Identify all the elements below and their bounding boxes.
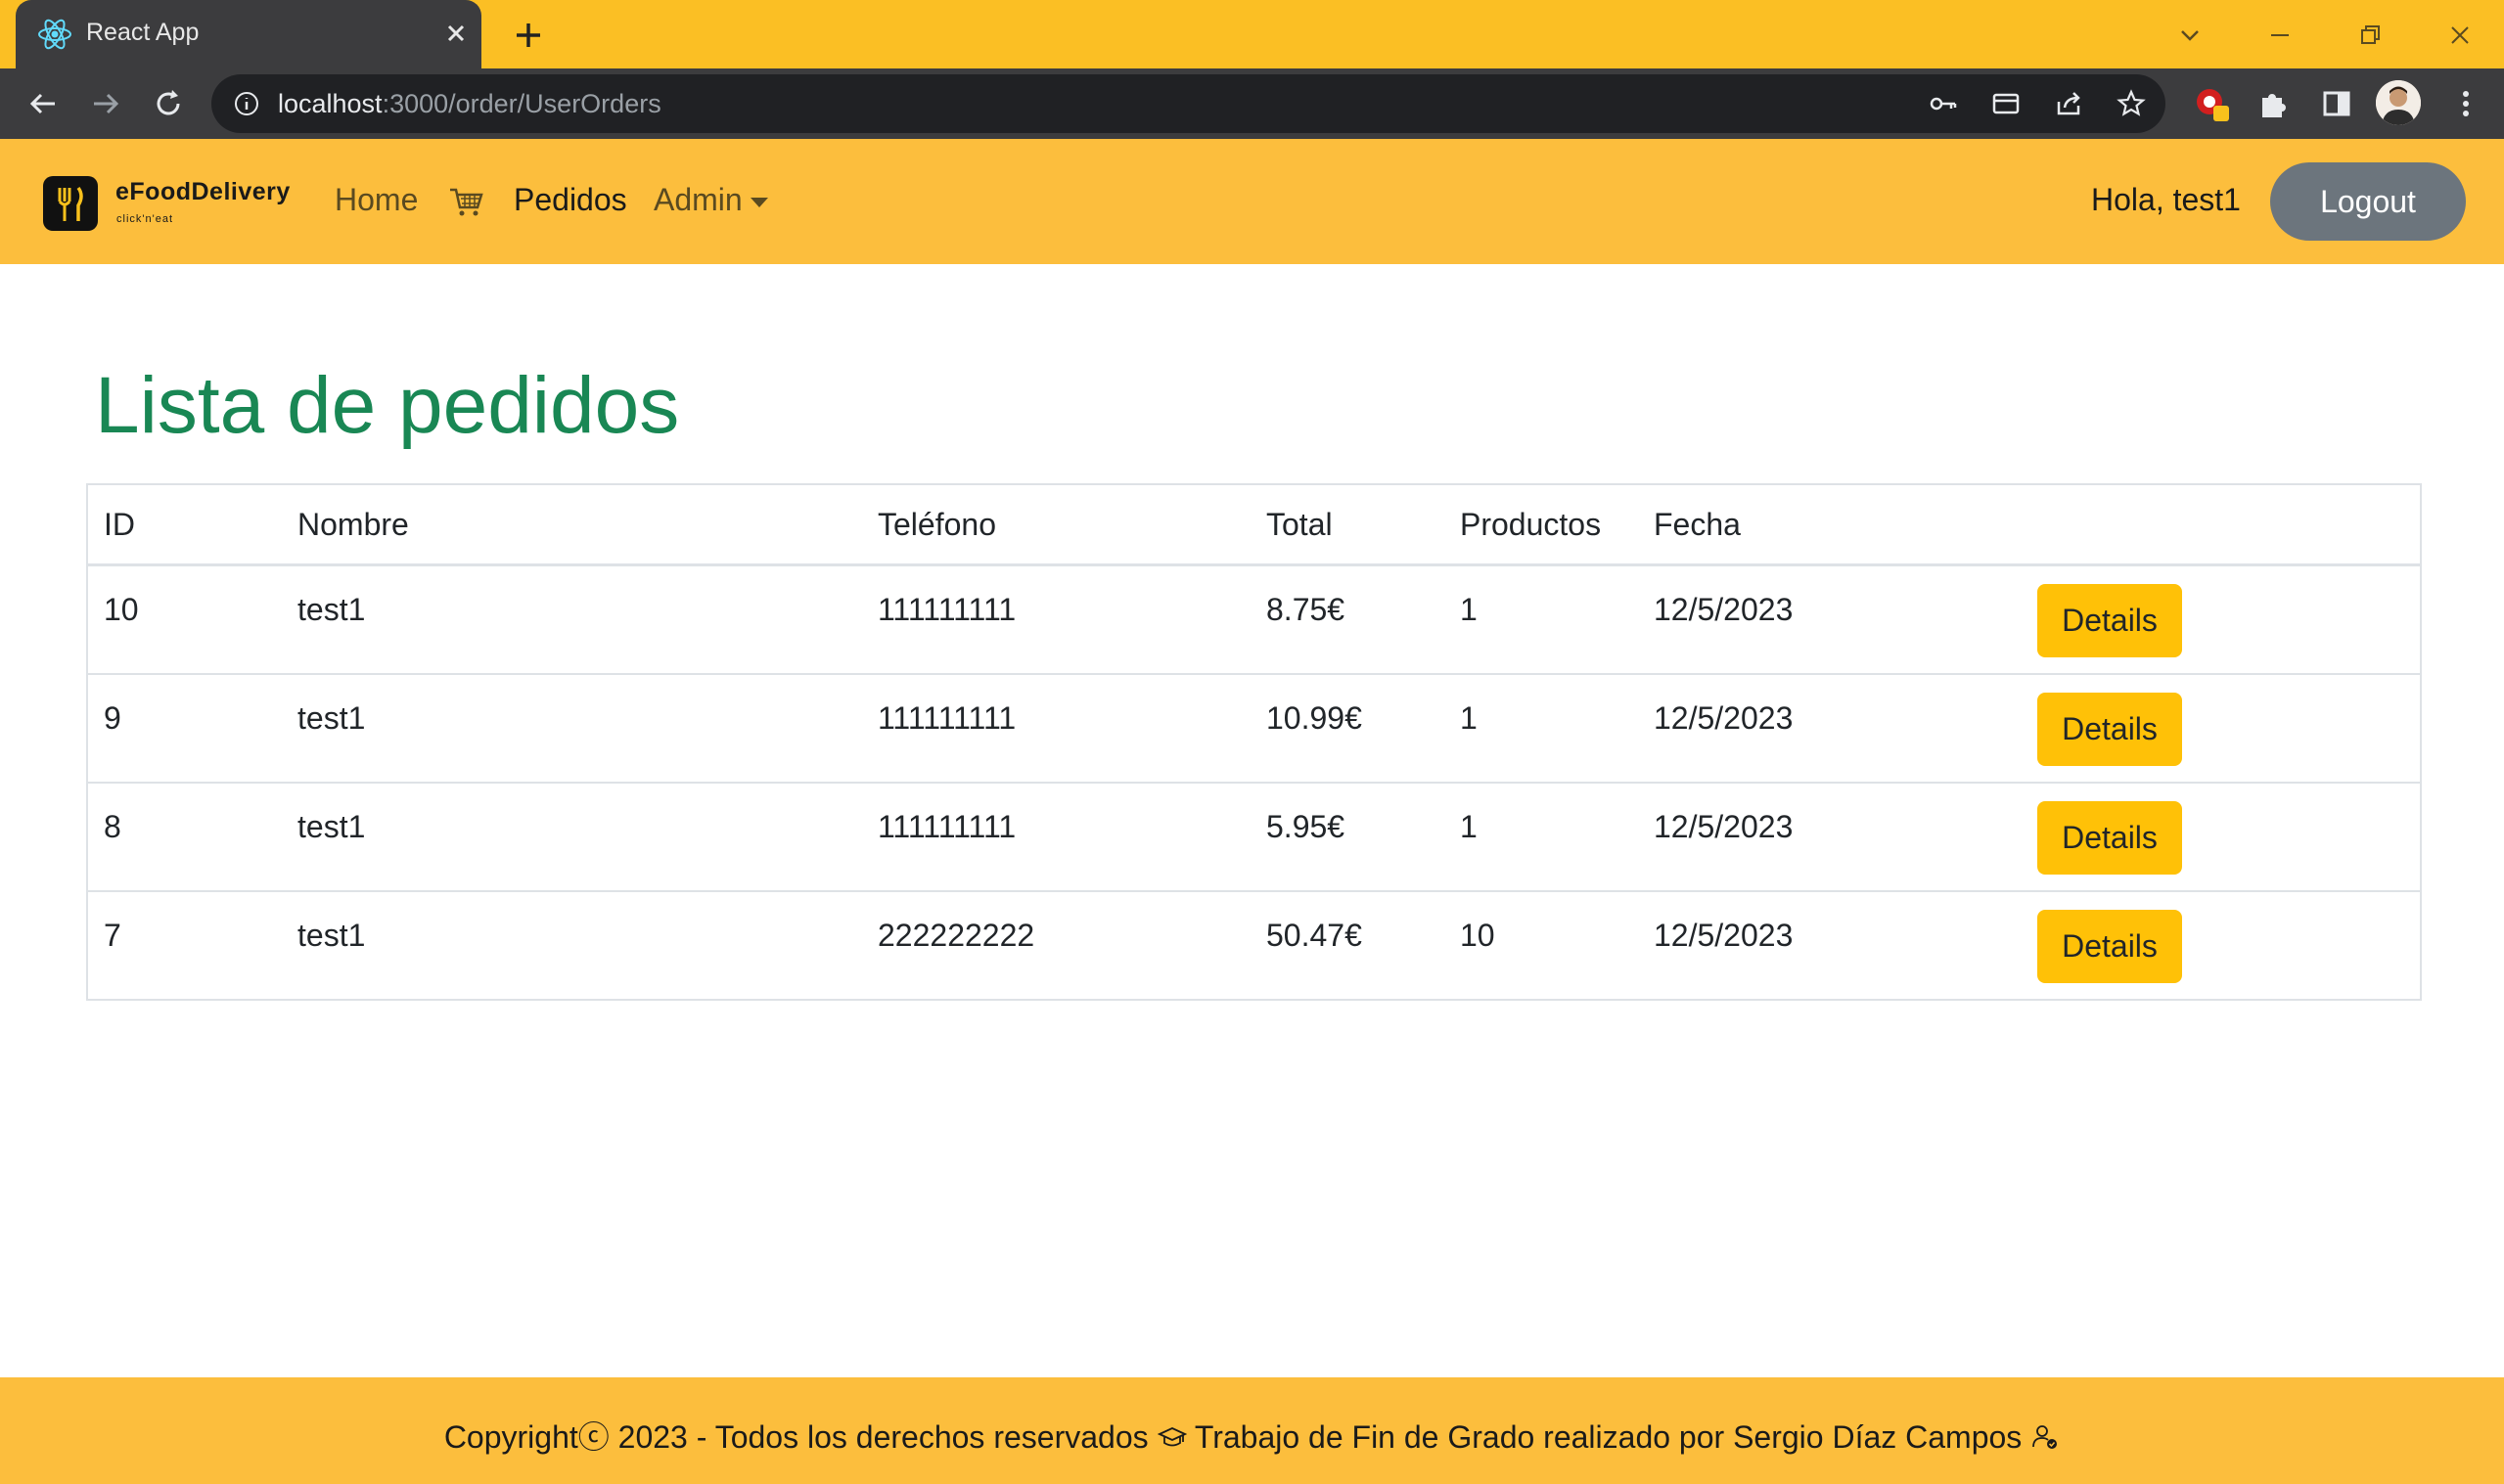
back-icon[interactable] <box>23 84 63 123</box>
table-row: 7 test1 222222222 50.47€ 10 12/5/2023 De… <box>88 890 2420 999</box>
react-icon <box>38 19 71 50</box>
cell-products: 10 <box>1460 918 1495 953</box>
details-button[interactable]: Details <box>2037 693 2182 766</box>
url-path: :3000/order/UserOrders <box>382 89 661 118</box>
orders-table: ID Nombre Teléfono Total Productos Fecha… <box>86 483 2422 1001</box>
brand-logo[interactable] <box>43 176 98 231</box>
cell-name: test1 <box>297 809 366 844</box>
table-row: 8 test1 111111111 5.95€ 1 12/5/2023 Deta… <box>88 782 2420 891</box>
minimize-icon[interactable] <box>2258 14 2301 57</box>
graduation-cap-icon <box>1157 1427 1187 1447</box>
caret-down-icon <box>750 197 768 207</box>
logout-button[interactable]: Logout <box>2270 162 2466 241</box>
address-bar[interactable]: localhost:3000/order/UserOrders <box>211 74 2165 133</box>
table-header-row: ID Nombre Teléfono Total Productos Fecha <box>88 485 2420 566</box>
browser-tab[interactable]: React App <box>16 0 481 68</box>
menu-icon[interactable] <box>2446 84 2485 123</box>
details-button[interactable]: Details <box>2037 584 2182 657</box>
app-navbar: eFoodDelivery click'n'eat Home Pedidos A… <box>0 139 2504 264</box>
copyright-text: Copyrightⓒ 2023 - Todos los derechos res… <box>443 1419 1149 1455</box>
user-check-icon <box>2032 1425 2058 1449</box>
window-close-icon[interactable] <box>2438 14 2481 57</box>
cell-name: test1 <box>297 592 366 627</box>
cell-date: 12/5/2023 <box>1654 700 1794 736</box>
cell-name: test1 <box>297 918 366 953</box>
cell-id: 7 <box>104 918 121 953</box>
nav-admin-dropdown[interactable]: Admin <box>654 182 768 218</box>
header-phone: Teléfono <box>862 485 1251 566</box>
cell-phone: 222222222 <box>878 918 1035 953</box>
user-greeting: Hola, test1 <box>2091 182 2241 217</box>
cell-name: test1 <box>297 700 366 736</box>
card-icon[interactable] <box>1990 88 2022 119</box>
star-icon[interactable] <box>2116 88 2147 119</box>
page-title: Lista de pedidos <box>95 361 680 450</box>
cell-phone: 111111111 <box>878 700 1017 736</box>
cell-id: 10 <box>104 592 139 627</box>
cart-icon[interactable] <box>448 186 485 219</box>
close-icon[interactable] <box>438 16 474 51</box>
avatar-image <box>2376 80 2421 125</box>
table-row: 9 test1 111111111 10.99€ 1 12/5/2023 Det… <box>88 673 2420 783</box>
cell-products: 1 <box>1460 592 1478 627</box>
profile-avatar[interactable] <box>2376 80 2421 125</box>
cell-id: 9 <box>104 700 121 736</box>
credits-text: Trabajo de Fin de Grado realizado por Se… <box>1194 1419 2023 1455</box>
extension-icon[interactable] <box>2192 84 2231 123</box>
chevron-down-icon[interactable] <box>2168 14 2211 57</box>
brand-name[interactable]: eFoodDelivery <box>115 178 291 206</box>
cell-id: 8 <box>104 809 121 844</box>
details-button[interactable]: Details <box>2037 910 2182 983</box>
forward-icon[interactable] <box>86 84 125 123</box>
key-icon[interactable] <box>1928 88 1959 119</box>
browser-toolbar: localhost:3000/order/UserOrders <box>0 68 2504 139</box>
table-row: 10 test1 111111111 8.75€ 1 12/5/2023 Det… <box>88 565 2420 675</box>
cell-total: 5.95€ <box>1266 809 1345 844</box>
sidepanel-icon[interactable] <box>2317 84 2356 123</box>
info-icon[interactable] <box>233 90 260 117</box>
nav-home[interactable]: Home <box>335 182 418 218</box>
cell-total: 8.75€ <box>1266 592 1345 627</box>
url-text: localhost:3000/order/UserOrders <box>278 89 661 119</box>
nav-admin-label: Admin <box>654 182 743 217</box>
reload-icon[interactable] <box>149 84 188 123</box>
cell-date: 12/5/2023 <box>1654 592 1794 627</box>
cell-phone: 111111111 <box>878 592 1017 627</box>
cell-phone: 111111111 <box>878 809 1017 844</box>
footer: Copyrightⓒ 2023 - Todos los derechos res… <box>0 1377 2504 1484</box>
nav-orders[interactable]: Pedidos <box>514 182 627 218</box>
header-products: Productos <box>1444 485 1638 566</box>
brand-tagline: click'n'eat <box>116 213 173 225</box>
share-icon[interactable] <box>2053 88 2084 119</box>
cell-date: 12/5/2023 <box>1654 809 1794 844</box>
plus-icon[interactable] <box>509 16 548 55</box>
cell-date: 12/5/2023 <box>1654 918 1794 953</box>
header-total: Total <box>1251 485 1444 566</box>
header-date: Fecha <box>1638 485 2022 566</box>
cell-total: 50.47€ <box>1266 918 1362 953</box>
cell-products: 1 <box>1460 809 1478 844</box>
cell-products: 1 <box>1460 700 1478 736</box>
url-host: localhost <box>278 89 383 118</box>
tab-title: React App <box>86 19 200 46</box>
browser-tabstrip: React App <box>0 0 2504 68</box>
header-name: Nombre <box>282 485 862 566</box>
restore-icon[interactable] <box>2348 14 2391 57</box>
header-id: ID <box>88 485 282 566</box>
puzzle-icon[interactable] <box>2254 84 2294 123</box>
footer-text: Copyrightⓒ 2023 - Todos los derechos res… <box>0 1413 2504 1458</box>
header-actions <box>2022 485 2420 566</box>
fork-icon <box>58 186 83 221</box>
details-button[interactable]: Details <box>2037 801 2182 875</box>
cell-total: 10.99€ <box>1266 700 1362 736</box>
